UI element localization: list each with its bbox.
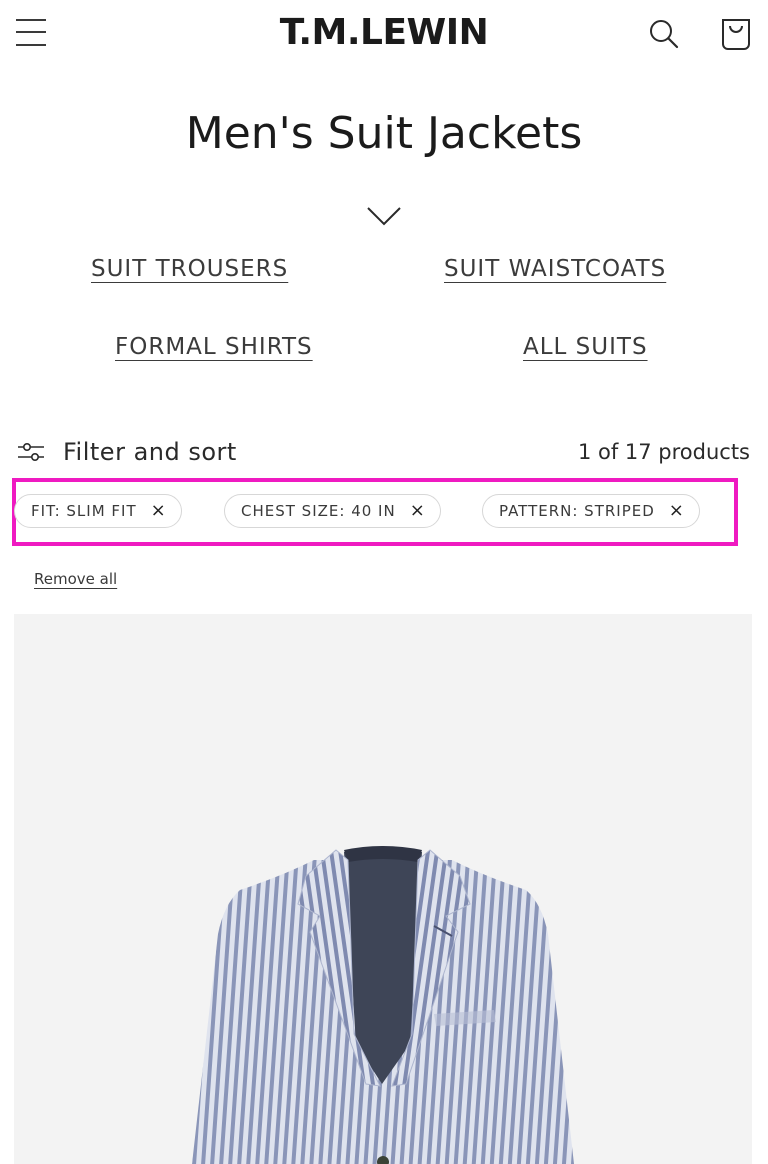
link-all-suits[interactable]: ALL SUITS bbox=[523, 334, 648, 360]
active-filter-chip-pattern[interactable]: PATTERN: STRIPED × bbox=[482, 494, 700, 528]
close-icon[interactable]: × bbox=[669, 502, 685, 520]
product-count: 1 of 17 products bbox=[577, 440, 750, 464]
chevron-down-icon[interactable] bbox=[362, 198, 406, 234]
active-filter-label: CHEST SIZE: 40 IN bbox=[241, 502, 396, 520]
link-suit-waistcoats[interactable]: SUIT WAISTCOATS bbox=[444, 256, 666, 282]
search-icon[interactable] bbox=[644, 14, 684, 54]
close-icon[interactable]: × bbox=[151, 502, 167, 520]
product-card-image[interactable] bbox=[14, 614, 752, 1164]
link-formal-shirts[interactable]: FORMAL SHIRTS bbox=[115, 334, 313, 360]
active-filter-label: PATTERN: STRIPED bbox=[499, 502, 655, 520]
active-filter-label: FIT: SLIM FIT bbox=[31, 502, 137, 520]
shopping-bag-icon[interactable] bbox=[714, 12, 758, 56]
site-header: T.M.LEWIN bbox=[0, 0, 768, 70]
suit-jacket-image bbox=[192, 846, 574, 1164]
active-filter-chip-fit[interactable]: FIT: SLIM FIT × bbox=[14, 494, 182, 528]
filter-and-sort-button[interactable]: Filter and sort bbox=[16, 434, 237, 470]
sliders-icon bbox=[18, 442, 44, 462]
active-filter-chip-chest-size[interactable]: CHEST SIZE: 40 IN × bbox=[224, 494, 441, 528]
filter-and-sort-label: Filter and sort bbox=[63, 438, 237, 466]
link-suit-trousers[interactable]: SUIT TROUSERS bbox=[91, 256, 288, 282]
remove-all-filters-link[interactable]: Remove all bbox=[34, 570, 117, 588]
page-title: Men's Suit Jackets bbox=[185, 108, 583, 159]
page: T.M.LEWIN Men's Suit Jackets SUIT TROUSE… bbox=[0, 0, 768, 1164]
close-icon[interactable]: × bbox=[410, 502, 426, 520]
